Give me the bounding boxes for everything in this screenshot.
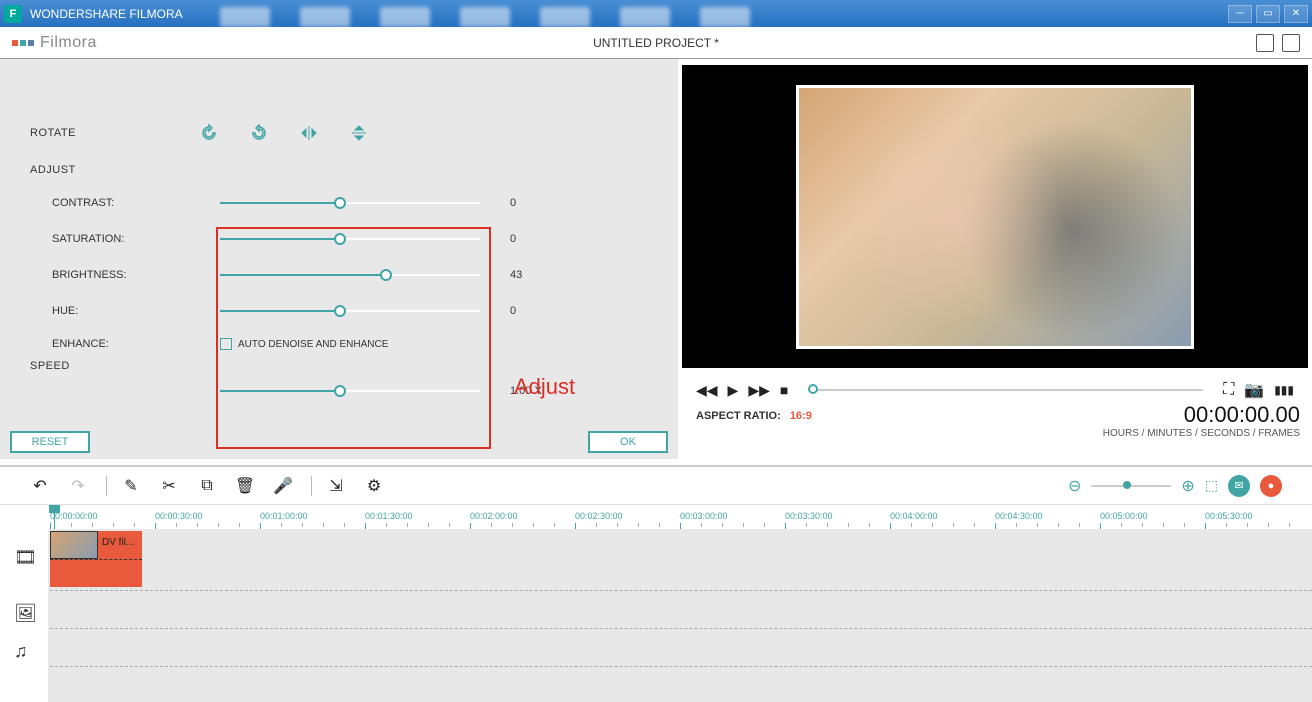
voiceover-icon[interactable]: 🎤 xyxy=(273,476,293,496)
timecode-label: HOURS / MINUTES / SECONDS / FRAMES xyxy=(1103,428,1300,439)
layout-icon[interactable] xyxy=(1282,34,1300,52)
image-track-icon: 🖼 xyxy=(14,603,37,624)
ruler-tick: 00:02:00:00 xyxy=(470,511,518,521)
undo-icon[interactable]: ↶ xyxy=(30,476,50,496)
contrast-value: 0 xyxy=(510,197,516,209)
adjust-panel: ROTATE ADJUST CONTRAST: 0 SATURATION: 0 … xyxy=(0,59,678,459)
video-clip[interactable]: DV fil... xyxy=(50,531,142,587)
window-titlebar: F WONDERSHARE FILMORA ─ ▭ ✕ xyxy=(0,0,1312,27)
ruler-tick: 00:04:00:00 xyxy=(890,511,938,521)
crop-icon[interactable]: ⧉ xyxy=(197,476,217,496)
play-button[interactable]: ▶ xyxy=(728,382,739,399)
enhance-label: ENHANCE: xyxy=(52,338,220,350)
hue-slider[interactable] xyxy=(220,310,480,312)
preview-panel: ◀◀ ▶ ▶▶ ■ ⛶ 📷 ▮▮▮ ASPECT RATIO: 16:9 00:… xyxy=(678,59,1312,459)
ruler-tick: 00:03:00:00 xyxy=(680,511,728,521)
minimize-button[interactable]: ─ xyxy=(1228,5,1252,23)
app-title: WONDERSHARE FILMORA xyxy=(30,7,1228,21)
brightness-value: 43 xyxy=(510,269,522,281)
prev-button[interactable]: ◀◀ xyxy=(696,382,718,399)
snapshot-icon[interactable]: 📷 xyxy=(1244,380,1264,400)
brightness-label: BRIGHTNESS: xyxy=(52,269,220,281)
save-icon[interactable] xyxy=(1256,34,1274,52)
logo-text: Filmora xyxy=(40,34,97,52)
zoom-out-icon[interactable]: ⊖ xyxy=(1068,476,1081,496)
aspect-ratio-label: ASPECT RATIO: xyxy=(696,410,781,422)
preview-video xyxy=(682,65,1308,368)
saturation-value: 0 xyxy=(510,233,516,245)
timeline-ruler[interactable]: 00:00:00:0000:00:30:0000:01:00:0000:01:3… xyxy=(50,505,1312,529)
redo-icon[interactable]: ↷ xyxy=(68,476,88,496)
timecode-display: 00:00:00.00 xyxy=(1103,402,1300,428)
settings-icon[interactable]: ⚙ xyxy=(364,476,384,496)
video-track-icon: 🎞 xyxy=(14,547,37,568)
ruler-tick: 00:04:30:00 xyxy=(995,511,1043,521)
video-frame xyxy=(796,85,1194,349)
auto-denoise-label: AUTO DENOISE AND ENHANCE xyxy=(238,339,388,350)
app-icon: F xyxy=(4,5,22,23)
ok-button[interactable]: OK xyxy=(588,431,668,453)
ruler-tick: 00:01:30:00 xyxy=(365,511,413,521)
annotation-text: Adjust xyxy=(514,374,575,400)
video-track[interactable]: DV fil... xyxy=(50,529,1312,591)
rotate-label: ROTATE xyxy=(30,127,200,139)
rotate-ccw-icon[interactable] xyxy=(250,124,268,142)
auto-denoise-checkbox[interactable] xyxy=(220,338,232,350)
project-title: UNTITLED PROJECT * xyxy=(593,36,719,50)
fullscreen-icon[interactable]: ⛶ xyxy=(1223,381,1234,399)
contrast-slider[interactable] xyxy=(220,202,480,204)
record-button[interactable]: ● xyxy=(1260,475,1282,497)
hue-value: 0 xyxy=(510,305,516,317)
edit-icon[interactable]: ✎ xyxy=(121,476,141,496)
image-track[interactable] xyxy=(50,591,1312,629)
marker-button[interactable]: ✉ xyxy=(1228,475,1250,497)
ruler-tick: 00:05:30:00 xyxy=(1205,511,1253,521)
playback-slider[interactable] xyxy=(808,389,1203,391)
reset-button[interactable]: RESET xyxy=(10,431,90,453)
saturation-label: SATURATION: xyxy=(52,233,220,245)
aspect-ratio-value: 16:9 xyxy=(790,410,812,422)
timeline-toolbar: ↶ ↷ ✎ ✂ ⧉ 🗑 🎤 ⇲ ⚙ ⊖ ⊕ ⬚ ✉ ● xyxy=(0,465,1312,505)
maximize-button[interactable]: ▭ xyxy=(1256,5,1280,23)
ruler-tick: 00:01:00:00 xyxy=(260,511,308,521)
hue-label: HUE: xyxy=(52,305,220,317)
stop-button[interactable]: ■ xyxy=(780,382,788,398)
zoom-slider[interactable] xyxy=(1091,485,1171,487)
flip-vertical-icon[interactable] xyxy=(350,124,368,142)
clip-thumbnail xyxy=(50,531,98,559)
volume-icon[interactable]: ▮▮▮ xyxy=(1274,383,1294,397)
ruler-tick: 00:03:30:00 xyxy=(785,511,833,521)
speed-slider[interactable] xyxy=(220,390,480,392)
contrast-label: CONTRAST: xyxy=(52,197,220,209)
next-button[interactable]: ▶▶ xyxy=(748,382,770,399)
ruler-tick: 00:00:30:00 xyxy=(155,511,203,521)
fit-icon[interactable]: ⬚ xyxy=(1205,477,1218,494)
flip-horizontal-icon[interactable] xyxy=(300,124,318,142)
zoom-in-icon[interactable]: ⊕ xyxy=(1181,476,1194,496)
ruler-tick: 00:05:00:00 xyxy=(1100,511,1148,521)
clip-label: DV fil... xyxy=(102,537,134,548)
close-button[interactable]: ✕ xyxy=(1284,5,1308,23)
saturation-slider[interactable] xyxy=(220,238,480,240)
export-icon[interactable]: ⇲ xyxy=(326,476,346,496)
adjust-label: ADJUST xyxy=(30,164,648,176)
speed-label: SPEED xyxy=(30,360,648,372)
cut-icon[interactable]: ✂ xyxy=(159,476,179,496)
rotate-cw-icon[interactable] xyxy=(200,124,218,142)
logo-dots-icon xyxy=(12,40,34,46)
delete-icon[interactable]: 🗑 xyxy=(235,476,255,496)
timeline-tracks: 🎞 🖼 ♫ DV fil... xyxy=(0,529,1312,702)
ruler-tick: 00:02:30:00 xyxy=(575,511,623,521)
audio-track[interactable] xyxy=(50,629,1312,667)
app-header: Filmora UNTITLED PROJECT * xyxy=(0,27,1312,59)
audio-track-icon: ♫ xyxy=(14,641,28,662)
brightness-slider[interactable] xyxy=(220,274,480,276)
